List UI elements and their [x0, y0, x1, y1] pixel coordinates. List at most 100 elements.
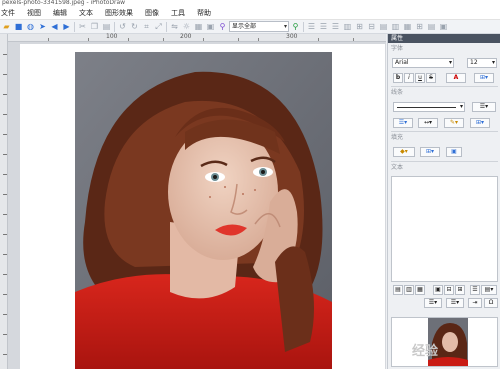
- line-section: 线条: [388, 88, 500, 96]
- fill-color-button[interactable]: ◆▾: [393, 147, 415, 157]
- arrow-style-button[interactable]: ↔▾: [418, 118, 438, 128]
- menu-image[interactable]: 图像: [139, 7, 165, 19]
- open-folder-icon[interactable]: ▰: [1, 21, 12, 32]
- rotate-left-icon[interactable]: ↺: [117, 21, 128, 32]
- italic-button[interactable]: i: [404, 73, 414, 83]
- watermark-text: 经验: [412, 344, 439, 359]
- resize-icon[interactable]: ⤢: [153, 21, 164, 32]
- menu-file[interactable]: 文件: [0, 7, 21, 19]
- image-icon[interactable]: ▣: [205, 21, 216, 32]
- send-back-icon[interactable]: ▥: [390, 21, 401, 32]
- underline-button[interactable]: u: [415, 73, 425, 83]
- line-options-button[interactable]: ⊞▾: [470, 118, 490, 128]
- undo-icon[interactable]: ◀: [49, 21, 60, 32]
- font-size-select[interactable]: 12 ▾: [467, 58, 497, 68]
- zoom-select[interactable]: 显示全部 ▾: [229, 21, 289, 32]
- ungroup-icon[interactable]: ⊟: [366, 21, 377, 32]
- text-fit-icon[interactable]: ⊞: [455, 285, 465, 295]
- text-align-button[interactable]: ⊞▾: [474, 73, 494, 83]
- text-section-label: 文本: [391, 164, 404, 171]
- line-section-label: 线条: [391, 89, 404, 96]
- chevron-down-icon: ▾: [459, 103, 463, 110]
- flip-icon[interactable]: ⇋: [169, 21, 180, 32]
- toolbar-divider: [74, 21, 75, 32]
- line-width-button[interactable]: ☰▾: [472, 102, 496, 112]
- menu-view[interactable]: 视图: [21, 7, 47, 19]
- bring-front-icon[interactable]: ▤: [378, 21, 389, 32]
- copy-icon[interactable]: ❐: [89, 21, 100, 32]
- fill-pattern-button[interactable]: ⊞▾: [420, 147, 440, 157]
- brightness-icon[interactable]: ☼: [181, 21, 192, 32]
- ruler-label: 200: [180, 33, 192, 40]
- text-color-button[interactable]: A: [446, 73, 466, 83]
- toolbar-divider: [114, 21, 115, 32]
- save-icon[interactable]: ■: [13, 21, 24, 32]
- group-icon[interactable]: ⊞: [354, 21, 365, 32]
- main-toolbar: ▰ ■ ◍ ➤ ◀ ▶ ✂ ❐ ▤ ↺ ↻ ⌗ ⤢ ⇋ ☼ ▦ ▣ ⚲ 显示全部…: [0, 20, 500, 34]
- menu-bar: 文件 视图 编辑 文本 图形效果 图像 工具 帮助: [0, 7, 500, 20]
- symbol-button[interactable]: Ω: [484, 298, 498, 308]
- text-section: 文本: [388, 163, 500, 171]
- more-options-button[interactable]: ▤▾: [481, 285, 497, 295]
- text-input-area[interactable]: [391, 176, 498, 282]
- distribute-icon[interactable]: ▥: [342, 21, 353, 32]
- line-dash-button[interactable]: ☰▾: [393, 118, 413, 128]
- text-layout-icon[interactable]: ▣: [433, 285, 443, 295]
- bold-button[interactable]: b: [393, 73, 403, 83]
- font-name-select[interactable]: Arial ▾: [392, 58, 454, 68]
- menu-tools[interactable]: 工具: [165, 7, 191, 19]
- lock-icon[interactable]: ▦: [402, 21, 413, 32]
- window-title: pexels-photo-3341598.jpeg - iPhotoDraw: [0, 0, 500, 7]
- send-icon[interactable]: ➤: [37, 21, 48, 32]
- properties-panel: 属性 字体 Arial ▾ 12 ▾ b i u S A ⊞▾ 线条 ▾ ☰▾ ☰▾…: [387, 34, 500, 369]
- ruler-label: 100: [106, 33, 118, 40]
- menu-graphic-effects[interactable]: 图形效果: [99, 7, 139, 19]
- menu-edit[interactable]: 编辑: [47, 7, 73, 19]
- align-center-icon[interactable]: ☰: [318, 21, 329, 32]
- font-section-label: 字体: [391, 45, 404, 52]
- zoom-fit-icon[interactable]: ⚲: [290, 21, 301, 32]
- chevron-down-icon: ▾: [448, 59, 452, 66]
- grid-icon[interactable]: ⊞: [414, 21, 425, 32]
- align-left-icon[interactable]: ☰: [306, 21, 317, 32]
- section-divider: [391, 161, 498, 162]
- ruler-label: 300: [286, 33, 298, 40]
- cut-icon[interactable]: ✂: [77, 21, 88, 32]
- redo-icon[interactable]: ▶: [61, 21, 72, 32]
- align-top-icon[interactable]: ▤: [393, 285, 403, 295]
- section-divider: [391, 131, 498, 132]
- fill-section: 填充: [388, 133, 500, 141]
- strikethrough-button[interactable]: S: [426, 73, 436, 83]
- horizontal-ruler: 100 200 300: [8, 33, 386, 42]
- menu-text[interactable]: 文本: [73, 7, 99, 19]
- paragraph-icon[interactable]: ☰: [470, 285, 480, 295]
- text-box-icon[interactable]: ▣: [438, 21, 449, 32]
- font-section: 字体: [388, 44, 500, 52]
- toolbar-divider: [166, 21, 167, 32]
- thumbnail-preview: 经验: [391, 317, 498, 367]
- rotate-right-icon[interactable]: ↻: [129, 21, 140, 32]
- globe-icon[interactable]: ◍: [25, 21, 36, 32]
- portrait-photo[interactable]: [75, 52, 332, 369]
- layers-icon[interactable]: ▦: [193, 21, 204, 32]
- indent-button[interactable]: ⇥: [468, 298, 482, 308]
- align-right-icon[interactable]: ☰: [330, 21, 341, 32]
- align-middle-icon[interactable]: ▥: [404, 285, 414, 295]
- panel-title: 属性: [388, 34, 500, 43]
- fill-image-button[interactable]: ▣: [446, 147, 462, 157]
- list-bullet-button[interactable]: ☰▾: [424, 298, 442, 308]
- menu-help[interactable]: 帮助: [191, 7, 217, 19]
- paste-icon[interactable]: ▤: [101, 21, 112, 32]
- section-divider: [391, 86, 498, 87]
- text-wrap-icon[interactable]: ⊟: [444, 285, 454, 295]
- crop-icon[interactable]: ⌗: [141, 21, 152, 32]
- list-number-button[interactable]: ☰▾: [446, 298, 464, 308]
- line-style-select[interactable]: ▾: [393, 102, 465, 112]
- magnifier-icon[interactable]: ⚲: [217, 21, 228, 32]
- line-color-button[interactable]: ✎▾: [444, 118, 464, 128]
- table-icon[interactable]: ▤: [426, 21, 437, 32]
- align-bottom-icon[interactable]: ▦: [415, 285, 425, 295]
- chevron-down-icon: ▾: [283, 23, 287, 30]
- chevron-down-icon: ▾: [491, 59, 495, 66]
- vertical-ruler: [0, 34, 8, 369]
